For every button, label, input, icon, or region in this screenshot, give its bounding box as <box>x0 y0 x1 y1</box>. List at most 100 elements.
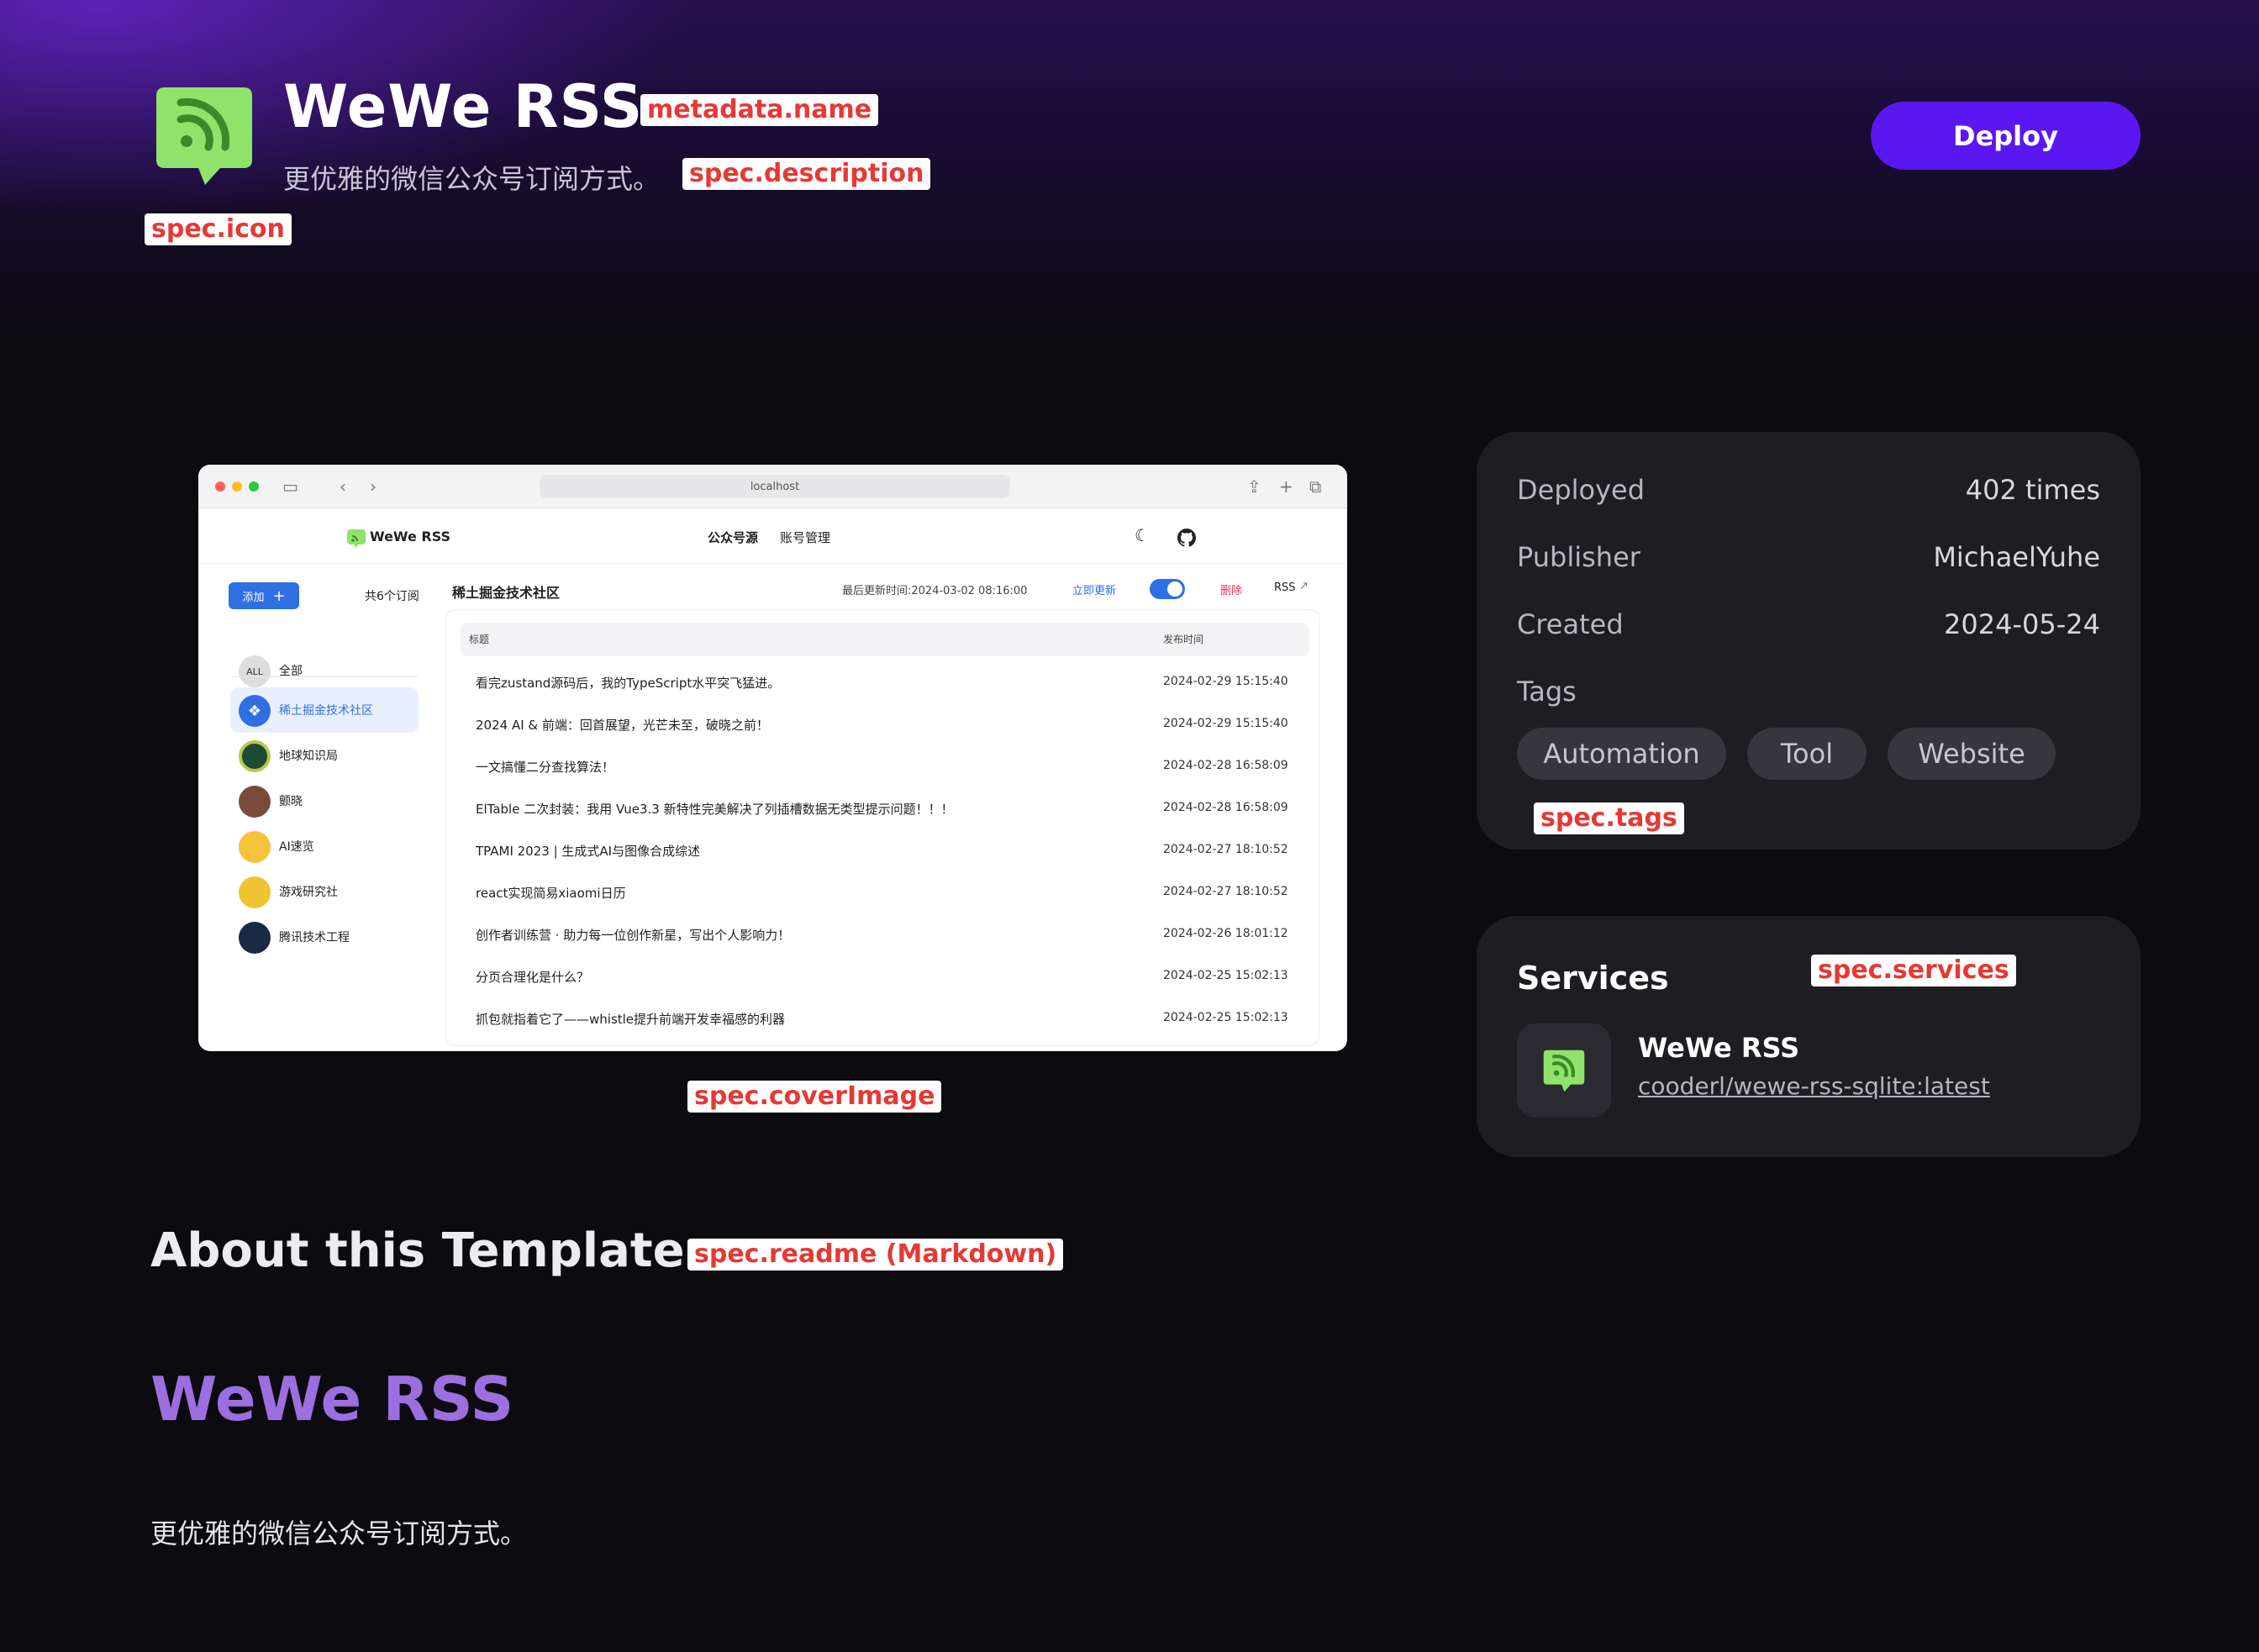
back-icon: ‹ <box>340 476 346 497</box>
table-row-title[interactable]: 抓包就指着它了——whistle提升前端开发幸福感的利器 <box>476 1010 785 1028</box>
tag-chip[interactable]: Website <box>1888 728 2056 780</box>
sidebar-divider <box>232 676 419 677</box>
created-value: 2024-05-24 <box>1944 608 2100 640</box>
rss-link[interactable]: RSS <box>1274 581 1296 594</box>
service-icon <box>1517 1023 1611 1118</box>
table-row-title[interactable]: ElTable 二次封装：我用 Vue3.3 新特性完美解决了列插槽数据无类型提… <box>476 800 954 818</box>
annotation-spec-services: spec.services <box>1811 955 2016 986</box>
table-row-title[interactable]: 看完zustand源码后，我的TypeScript水平突飞猛进。 <box>476 674 780 692</box>
toggle-icon[interactable] <box>1150 579 1185 599</box>
rss-icon <box>1543 1050 1585 1092</box>
deployed-label: Deployed <box>1517 474 1646 506</box>
minimize-dot-icon <box>232 481 242 492</box>
add-label: 添加 <box>242 591 265 604</box>
maximize-dot-icon <box>249 481 259 492</box>
table-row-time: 2024-02-26 18:01:12 <box>1163 927 1288 940</box>
close-dot-icon <box>215 481 225 492</box>
table-row-time: 2024-02-25 15:02:13 <box>1163 969 1288 982</box>
table-row-title[interactable]: react实现简易xiaomi日历 <box>476 884 626 902</box>
last-update-time: 最后更新时间:2024-03-02 08:16:00 <box>842 585 1028 597</box>
cover-app-name: WeWe RSS <box>370 529 451 545</box>
services-title: Services <box>1517 960 1669 997</box>
about-section-title: About this Template <box>150 1223 685 1278</box>
readme-paragraph: 更优雅的微信公众号订阅方式。 <box>150 1518 528 1549</box>
sidebar-item-label: 腾讯技术工程 <box>279 931 350 944</box>
template-info-panel: Deployed 402 times Publisher MichaelYuhe… <box>1477 432 2141 850</box>
app-logo-icon <box>347 529 366 548</box>
share-icon: ⇪ <box>1247 476 1261 497</box>
address-bar: localhost <box>540 475 1010 498</box>
sidebar-item-feed[interactable]: 腾讯技术工程 <box>230 914 419 960</box>
feed-avatar <box>239 876 271 908</box>
sidebar-item-feed[interactable]: AI速览 <box>230 823 419 869</box>
delete-link[interactable]: 删除 <box>1220 581 1242 597</box>
table-row-time: 2024-02-28 16:58:09 <box>1163 801 1288 814</box>
external-link-icon: ↗ <box>1299 580 1309 592</box>
forward-icon: › <box>370 476 376 497</box>
tags-label: Tags <box>1517 676 1577 708</box>
table-row-time: 2024-02-28 16:58:09 <box>1163 759 1288 772</box>
services-panel: Services spec.services WeWe RSS cooderl/… <box>1477 916 2141 1157</box>
feed-avatar: ❖ <box>239 695 271 727</box>
sidebar-item-label: 稀土掘金技术社区 <box>279 704 373 718</box>
sidebar-item-feed[interactable]: 游戏研究社 <box>230 869 419 914</box>
tag-chip[interactable]: Tool <box>1747 728 1867 780</box>
add-button[interactable]: 添加 + <box>229 582 299 609</box>
feed-avatar <box>239 922 271 954</box>
table-row-time: 2024-02-29 15:15:40 <box>1163 675 1288 688</box>
service-name: WeWe RSS <box>1638 1032 1800 1064</box>
table-row-time: 2024-02-29 15:15:40 <box>1163 717 1288 730</box>
sidebar-item-label: 颤晓 <box>279 795 303 808</box>
table-row-title[interactable]: 创作者训练营 · 助力每一位创作新星，写出个人影响力！ <box>476 926 790 944</box>
table-row-title[interactable]: 一文搞懂二分查找算法！ <box>476 758 614 776</box>
publisher-value: MichaelYuhe <box>1933 541 2100 573</box>
annotation-spec-readme: spec.readme (Markdown) <box>687 1239 1064 1271</box>
feed-avatar <box>239 786 271 818</box>
annotation-metadata-name: metadata.name <box>640 94 879 126</box>
table-row-title[interactable]: 2024 AI & 前端：回首展望，光芒未至，破晓之前！ <box>476 716 769 734</box>
table-row-time: 2024-02-25 15:02:13 <box>1163 1011 1288 1024</box>
app-title: WeWe RSS <box>283 72 644 141</box>
app-header: WeWe RSS 公众号源 账号管理 ☾ <box>198 508 1347 564</box>
rss-icon <box>156 87 252 185</box>
sidebar-toggle-icon: ▭ <box>282 476 298 497</box>
publisher-label: Publisher <box>1517 541 1640 573</box>
browser-toolbar: ▭ ‹ › localhost ⇪ + ⧉ <box>198 465 1347 508</box>
tabs-icon: ⧉ <box>1309 476 1322 497</box>
sidebar-item-all[interactable]: ALL 全部 <box>230 648 419 693</box>
table-row-time: 2024-02-27 18:10:52 <box>1163 843 1288 856</box>
sidebar-item-feed[interactable]: 地球知识局 <box>230 733 419 778</box>
sidebar-item-label: 游戏研究社 <box>279 886 338 899</box>
column-title: 标题 <box>469 634 490 645</box>
table-row-title[interactable]: TPAMI 2023 | 生成式AI与图像合成综述 <box>476 842 700 860</box>
annotation-spec-description: spec.description <box>682 158 931 190</box>
annotation-spec-tags: spec.tags <box>1534 802 1684 834</box>
table-row-time: 2024-02-27 18:10:52 <box>1163 885 1288 898</box>
github-icon <box>1177 529 1196 547</box>
feed-avatar <box>239 831 271 863</box>
nav-accounts: 账号管理 <box>780 530 831 545</box>
table-row-title[interactable]: 分页合理化是什么？ <box>476 968 589 986</box>
sidebar-item-feed[interactable]: 颤晓 <box>230 778 419 823</box>
update-now-link[interactable]: 立即更新 <box>1072 581 1116 597</box>
feed-avatar <box>239 740 271 772</box>
column-time: 发布时间 <box>1163 634 1204 645</box>
plus-icon: + <box>272 587 286 605</box>
nav-sources: 公众号源 <box>708 530 759 545</box>
annotation-spec-cover: spec.coverImage <box>687 1081 942 1113</box>
service-image-link[interactable]: cooderl/wewe-rss-sqlite:latest <box>1638 1072 1990 1100</box>
subscription-count: 共6个订阅 <box>365 590 419 603</box>
deploy-button[interactable]: Deploy <box>1871 102 2141 170</box>
deployed-value: 402 times <box>1965 474 2100 506</box>
sidebar-item-label: 地球知识局 <box>279 750 338 763</box>
readme-heading: WeWe RSS <box>150 1364 514 1434</box>
tag-chip[interactable]: Automation <box>1517 728 1726 780</box>
created-label: Created <box>1517 608 1624 640</box>
sidebar-item-label: AI速览 <box>279 840 314 854</box>
annotation-spec-icon: spec.icon <box>145 213 292 245</box>
current-feed-title: 稀土掘金技术社区 <box>452 585 561 601</box>
moon-icon: ☾ <box>1135 525 1150 545</box>
sidebar-item-feed[interactable]: ❖ 稀土掘金技术社区 <box>230 687 419 733</box>
cover-image: ▭ ‹ › localhost ⇪ + ⧉ WeWe RSS 公众号源 账号管理… <box>198 465 1347 1051</box>
new-tab-icon: + <box>1279 476 1293 497</box>
